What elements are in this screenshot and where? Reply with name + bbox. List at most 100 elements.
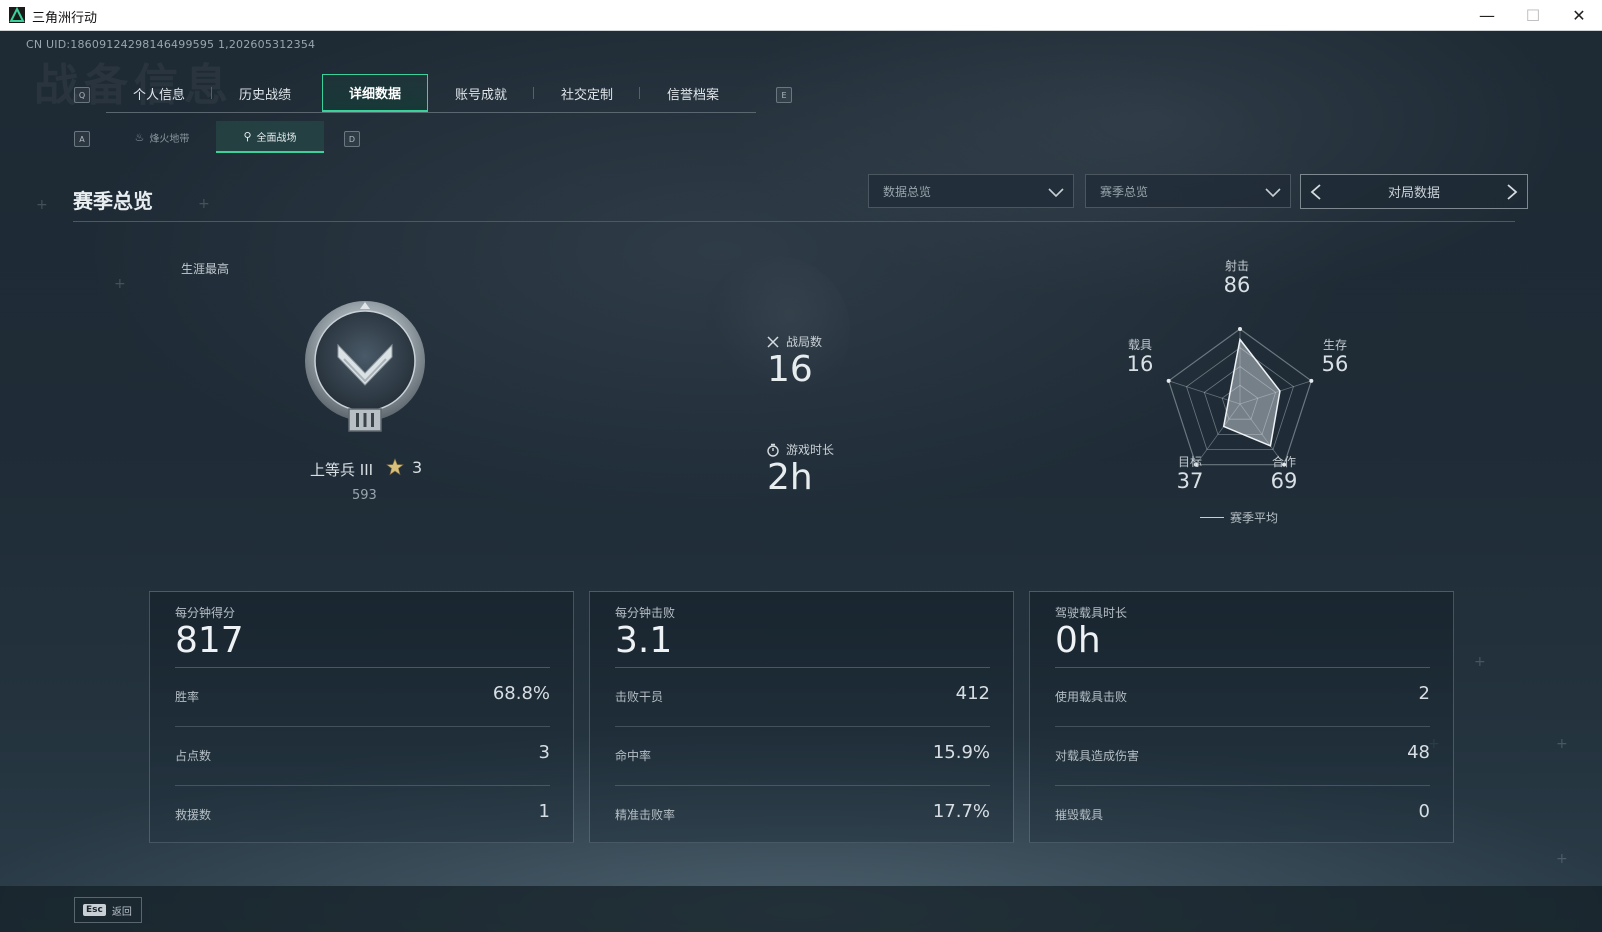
legend-label: 赛季平均 [1230,511,1279,525]
radar-legend: 赛季平均 [1200,509,1278,526]
stat-row: 使用载具击败 2 [1055,668,1430,727]
tab-next-key-hint: E [776,87,792,103]
stat-label: 占点数 [175,749,212,763]
card-value: 0h [1055,620,1101,661]
radar-value-survival: 56 [1321,352,1349,376]
app-logo-icon [9,7,25,23]
game-scene: 战备信息 + + + + + + + CN UID:18609124298146… [0,31,1602,932]
radar-value-objective: 37 [1176,469,1204,493]
dropdown-value: 数据总览 [883,184,932,199]
subtab-next-key-hint: D [344,131,360,147]
tab-label: 社交定制 [560,87,613,103]
card-title: 每分钟得分 [175,606,236,620]
stat-label: 使用载具击败 [1055,690,1128,704]
chevron-right-icon[interactable] [1505,183,1519,201]
radar-vertex-dot [1309,378,1314,383]
tab-social[interactable]: 社交定制 [534,74,640,112]
parachute-icon: ⚲ [243,129,252,143]
tab-achievements[interactable]: 账号成就 [428,74,534,112]
tab-label: 个人信息 [132,87,185,103]
chevron-down-icon [1265,188,1281,198]
maximize-button[interactable]: ☐ [1510,0,1556,30]
subtab-hazard-zone[interactable]: ♨ 烽火地带 [108,121,216,153]
radar-label-survival: 生存 [1322,338,1347,352]
matches-label: 战局数 [766,333,822,350]
stat-row: 对载具造成伤害 48 [1055,727,1430,786]
close-button[interactable]: ✕ [1556,0,1602,30]
rank-star-count: 3 [412,458,423,477]
rank-score: 593 [352,488,377,503]
star-icon [386,458,404,476]
radar-label-vehicle: 载具 [1127,338,1152,352]
stat-label: 对载具造成伤害 [1055,749,1140,763]
stat-value: 15.9% [932,742,990,763]
subtab-full-warfare[interactable]: ⚲ 全面战场 [216,121,324,153]
radar-label-teamwork: 合作 [1271,455,1296,469]
tab-personal-info[interactable]: 个人信息 [106,74,212,112]
tab-detailed-data[interactable]: 详细数据 [322,74,428,112]
stat-label: 命中率 [615,749,652,763]
chevron-down-icon [1048,188,1064,198]
crossed-swords-icon [767,335,779,348]
matches-value: 16 [767,349,813,390]
stat-row: 占点数 3 [175,727,550,786]
window-title: 三角洲行动 [32,11,98,26]
tab-label: 历史战绩 [238,87,291,103]
stat-value: 2 [1418,683,1430,704]
decor-plus: + [1556,851,1568,867]
stat-row: 摧毁载具 0 [1055,786,1430,845]
decor-plus: + [114,276,126,292]
stat-row: 精准击败率 17.7% [615,786,990,845]
matches-label-text: 战局数 [786,335,823,349]
radar-vertex-dot [1238,327,1242,331]
subtab-label: 全面战场 [256,132,297,144]
radar-value-teamwork: 69 [1270,469,1298,493]
career-best-label: 生涯最高 [181,262,230,276]
stat-value: 68.8% [492,683,550,704]
stat-label: 摧毁载具 [1055,808,1104,822]
card-value: 3.1 [615,620,673,661]
playtime-value: 2h [767,457,813,498]
stat-value: 48 [1407,742,1430,763]
stat-row: 胜率 68.8% [175,668,550,727]
back-button[interactable]: Esc 返回 [74,897,142,923]
stat-value: 17.7% [932,801,990,822]
stat-value: 1 [538,801,550,822]
decor-plus: + [1474,654,1486,670]
radar-value-shooting: 86 [1223,273,1251,297]
data-overview-dropdown[interactable]: 数据总览 [868,174,1074,208]
subtab-label: 烽火地带 [149,133,190,145]
section-title: 赛季总览 [73,189,153,213]
season-dropdown[interactable]: 赛季总览 [1085,174,1291,208]
window-titlebar: 三角洲行动 — ☐ ✕ [0,0,1602,31]
rank-badge-icon [305,301,425,432]
dropdown-value: 赛季总览 [1100,184,1149,199]
radar-vertex-dot [1166,378,1171,383]
chevron-left-icon[interactable] [1309,183,1323,201]
rank-name: 上等兵 III [310,461,374,479]
kills-per-minute-card: 每分钟击败 3.1 击败干员 412 命中率 15.9% 精准击败率 17.7% [589,591,1014,843]
stat-value: 3 [538,742,550,763]
flame-icon: ♨ [134,130,145,144]
tab-label: 账号成就 [454,87,507,103]
tab-credit-profile[interactable]: 信誉档案 [640,74,746,112]
radar-value-vehicle: 16 [1126,352,1154,376]
minimize-button[interactable]: — [1464,0,1510,30]
stat-label: 击败干员 [615,690,664,704]
score-per-minute-card: 每分钟得分 817 胜率 68.8% 占点数 3 救援数 1 [149,591,574,843]
stat-row: 击败干员 412 [615,668,990,727]
tab-match-history[interactable]: 历史战绩 [212,74,318,112]
stat-label: 精准击败率 [615,808,676,822]
stat-label: 救援数 [175,808,212,822]
player-uid: CN UID:18609124298146499595 1,2026053123… [26,38,316,51]
match-data-pager: 对局数据 [1300,174,1528,209]
stat-value: 0 [1418,801,1430,822]
main-tab-bar: 个人信息 历史战绩 详细数据 账号成就 社交定制 信誉档案 [106,74,756,113]
back-label: 返回 [111,906,132,918]
radar-label-objective: 目标 [1177,455,1202,469]
decor-plus: + [36,197,48,213]
bottom-bar: Esc 返回 [0,886,1602,932]
radar-data-area [1222,337,1281,447]
tab-label: 信誉档案 [666,87,719,103]
decor-plus: + [198,196,210,212]
